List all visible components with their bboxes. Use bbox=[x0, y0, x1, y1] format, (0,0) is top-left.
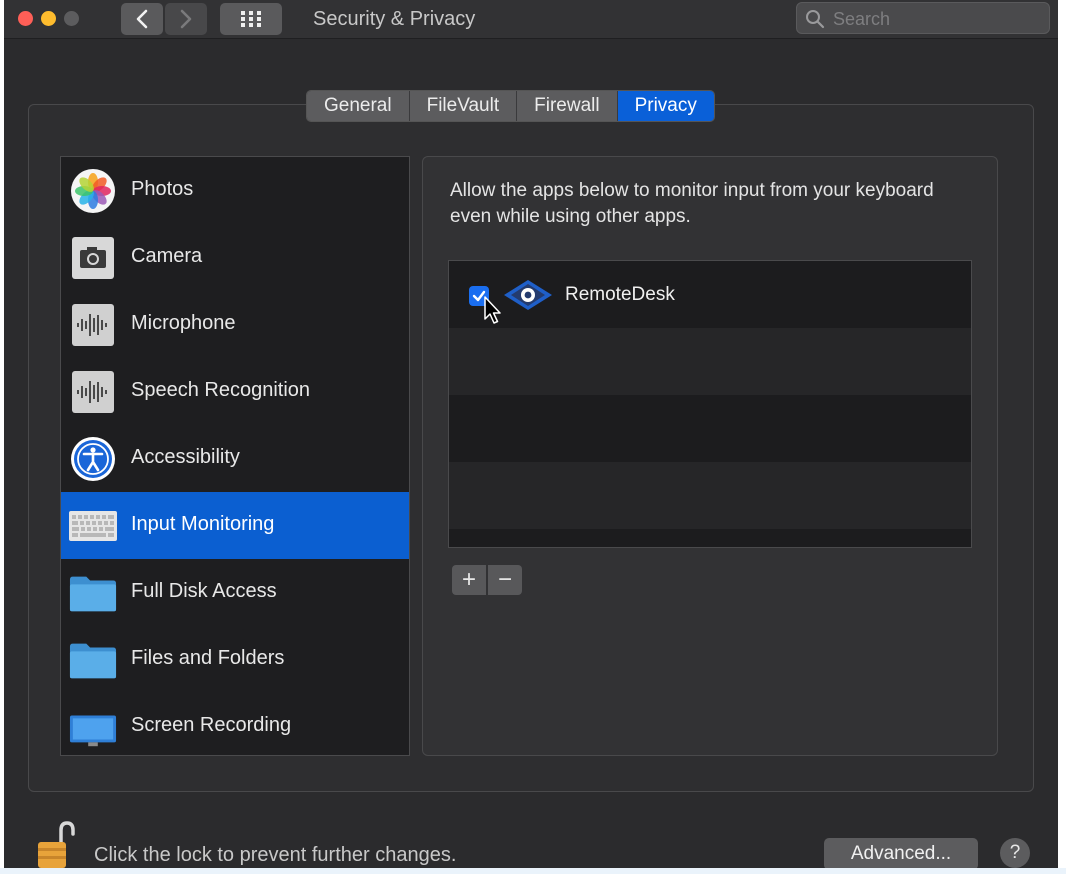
chevron-right-icon bbox=[180, 9, 192, 29]
remove-app-button[interactable]: − bbox=[488, 565, 522, 595]
bottom-border bbox=[0, 868, 1066, 874]
privacy-category-list[interactable]: Photos Camera Microphone Speech Recognit… bbox=[60, 156, 410, 756]
zoom-window-button[interactable] bbox=[64, 11, 79, 26]
folder-icon bbox=[69, 569, 117, 617]
show-all-button[interactable] bbox=[220, 3, 282, 35]
list-item[interactable]: RemoteDesk bbox=[449, 261, 971, 328]
tab-privacy[interactable]: Privacy bbox=[617, 91, 714, 121]
minimize-window-button[interactable] bbox=[41, 11, 56, 26]
lock-status-text: Click the lock to prevent further change… bbox=[94, 844, 457, 866]
plus-icon: + bbox=[461, 566, 476, 593]
sidebar-item-speech-recognition[interactable]: Speech Recognition bbox=[61, 358, 409, 425]
sidebar-item-label: Screen Recording bbox=[131, 714, 292, 736]
list-item-empty bbox=[449, 462, 971, 529]
minus-icon: − bbox=[497, 566, 512, 593]
sidebar-item-label: Accessibility bbox=[131, 446, 240, 468]
remotedesk-icon bbox=[504, 280, 552, 310]
sidebar-item-label: Photos bbox=[131, 178, 194, 200]
list-item-empty bbox=[449, 529, 971, 547]
sidebar-item-label: Camera bbox=[131, 245, 203, 267]
titlebar: Security & Privacy bbox=[4, 0, 1058, 39]
keyboard-icon bbox=[69, 502, 117, 550]
forward-button[interactable] bbox=[165, 3, 207, 35]
sidebar-item-label: Files and Folders bbox=[131, 647, 285, 669]
close-window-button[interactable] bbox=[18, 11, 33, 26]
photos-icon bbox=[69, 167, 117, 215]
sidebar-item-microphone[interactable]: Microphone bbox=[61, 291, 409, 358]
window-title: Security & Privacy bbox=[313, 8, 476, 30]
microphone-icon bbox=[69, 301, 117, 349]
sidebar-item-label: Microphone bbox=[131, 312, 236, 334]
mouse-pointer-icon bbox=[484, 296, 501, 324]
tab-bar: General FileVault Firewall Privacy bbox=[306, 90, 715, 122]
sidebar-item-photos[interactable]: Photos bbox=[61, 157, 409, 224]
sidebar-item-files-and-folders[interactable]: Files and Folders bbox=[61, 626, 409, 693]
tab-general[interactable]: General bbox=[307, 91, 410, 121]
advanced-button[interactable]: Advanced... bbox=[824, 838, 978, 868]
unlocked-lock-icon[interactable] bbox=[36, 820, 76, 868]
list-item-empty bbox=[449, 395, 971, 462]
folder-icon bbox=[69, 636, 117, 684]
tab-filevault[interactable]: FileVault bbox=[409, 91, 518, 121]
app-name: RemoteDesk bbox=[565, 284, 675, 305]
sidebar-item-label: Full Disk Access bbox=[131, 580, 277, 602]
back-button[interactable] bbox=[121, 3, 163, 35]
camera-icon bbox=[69, 234, 117, 282]
search-field[interactable] bbox=[796, 2, 1050, 34]
search-input[interactable] bbox=[831, 8, 1040, 30]
pane-description: Allow the apps below to monitor input fr… bbox=[450, 180, 934, 227]
sidebar-item-label: Input Monitoring bbox=[131, 513, 275, 535]
list-item-empty bbox=[449, 328, 971, 395]
grid-icon bbox=[241, 11, 261, 27]
preferences-window: Security & Privacy General FileVault Fir… bbox=[4, 0, 1058, 868]
display-icon bbox=[69, 703, 117, 751]
sidebar-item-input-monitoring[interactable]: Input Monitoring bbox=[61, 492, 409, 559]
sidebar-item-accessibility[interactable]: Accessibility bbox=[61, 425, 409, 492]
speech-recognition-icon bbox=[69, 368, 117, 416]
allowed-apps-list[interactable]: RemoteDesk bbox=[448, 260, 972, 548]
accessibility-icon bbox=[69, 435, 117, 483]
sidebar-item-full-disk-access[interactable]: Full Disk Access bbox=[61, 559, 409, 626]
sidebar-item-screen-recording[interactable]: Screen Recording bbox=[61, 693, 409, 755]
sidebar-item-label: Speech Recognition bbox=[131, 379, 311, 401]
chevron-left-icon bbox=[136, 9, 148, 29]
add-app-button[interactable]: + bbox=[452, 565, 486, 595]
sidebar-item-camera[interactable]: Camera bbox=[61, 224, 409, 291]
tab-firewall[interactable]: Firewall bbox=[517, 91, 618, 121]
search-icon bbox=[806, 10, 825, 29]
help-button[interactable]: ? bbox=[1000, 838, 1030, 868]
